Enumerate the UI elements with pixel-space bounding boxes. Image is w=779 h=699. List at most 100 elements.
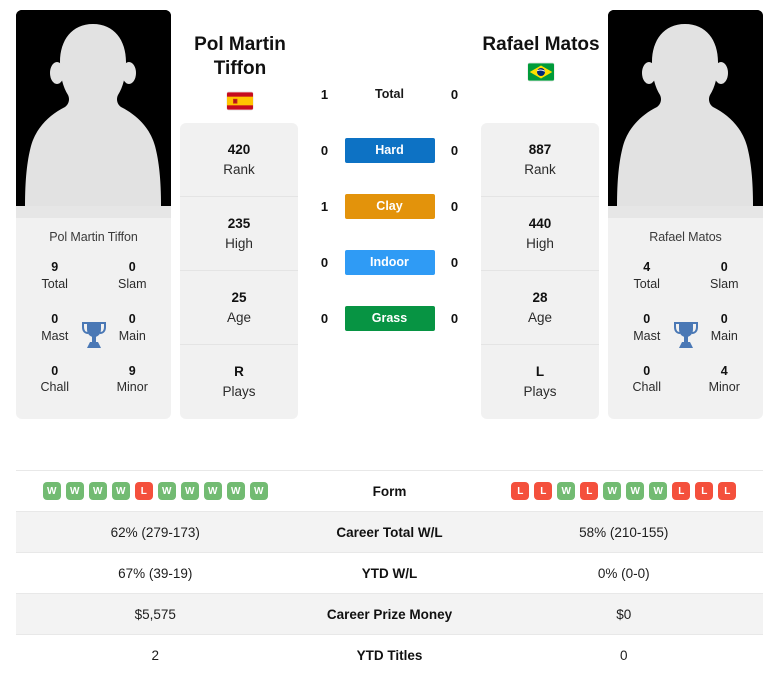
right-title-minor: 4 Minor	[686, 354, 764, 406]
left-stat-rank: 420 Rank	[180, 123, 298, 197]
right-title-chall-label: Chall	[632, 380, 662, 395]
row-label-form: Form	[372, 483, 407, 499]
right-stat-plays-value: L	[535, 364, 545, 380]
left-form-badge[interactable]: W	[203, 482, 222, 500]
left-form-badge[interactable]: W	[88, 482, 107, 500]
right-stat-high: 440 High	[481, 197, 599, 271]
left-form-badge[interactable]: W	[226, 482, 245, 500]
right-player-headline-name: Rafael Matos	[480, 33, 602, 57]
right-title-slam-value: 0	[720, 260, 728, 274]
right-stat-plays: L Plays	[481, 345, 599, 419]
left-title-slam-value: 0	[128, 260, 136, 274]
left-player-caption-name: Pol Martin Tiffon	[49, 230, 138, 244]
table-row-career-total-wl: 62% (279-173) Career Total W/L 58% (210-…	[16, 511, 763, 552]
spain-flag-svg	[227, 92, 253, 110]
right-form-badge[interactable]: L	[718, 482, 737, 500]
right-player-headline-line1: Rafael Matos	[482, 34, 600, 55]
right-title-total: 4 Total	[608, 250, 686, 302]
right-form-badge[interactable]: L	[534, 482, 553, 500]
left-stat-age: 25 Age	[180, 271, 298, 345]
right-surface-indoor-count: 0	[450, 254, 459, 270]
left-title-chall-label: Chall	[40, 380, 70, 395]
left-surface-clay-count: 1	[320, 198, 329, 214]
right-title-slam: 0 Slam	[686, 250, 764, 302]
left-title-minor: 9 Minor	[94, 354, 172, 406]
comparison-stats-table: WWWWLWWWWW Form LLWLWWWLLL 62% (279-173)…	[0, 470, 779, 675]
right-stat-rank-label: Rank	[524, 161, 556, 177]
left-career-total-wl: 62% (279-173)	[110, 524, 200, 540]
left-surface-indoor-count: 0	[320, 254, 329, 270]
right-form-badge[interactable]: W	[603, 482, 622, 500]
brazil-flag-icon	[528, 63, 554, 81]
left-form-badge[interactable]: W	[249, 482, 268, 500]
right-title-chall-value: 0	[643, 363, 651, 378]
left-surface-grass-count: 0	[320, 310, 329, 326]
left-stat-rank-label: Rank	[223, 161, 255, 177]
left-player-stat-card: 420 Rank 235 High 25 Age R Plays	[180, 123, 298, 419]
right-player-photo	[608, 10, 763, 218]
right-player-card[interactable]: Rafael Matos 4 Total 0 Slam 0 Mast 0 Mai…	[608, 10, 763, 420]
left-form-badge[interactable]: W	[65, 482, 84, 500]
right-player-titles-grid: 4 Total 0 Slam 0 Mast 0 Main 0 Chall 4 M…	[608, 250, 763, 419]
left-stat-age-label: Age	[226, 309, 252, 325]
left-title-slam: 0 Slam	[94, 250, 172, 302]
surface-row-grass: 0 Grass 0	[310, 290, 470, 346]
left-form-badge[interactable]: W	[42, 482, 61, 500]
surface-label-indoor[interactable]: Indoor	[344, 249, 435, 275]
left-title-chall-value: 0	[51, 363, 59, 378]
surface-row-total: 1 Total 0	[310, 66, 470, 122]
right-form-badge[interactable]: L	[511, 482, 530, 500]
right-form-badge[interactable]: L	[672, 482, 691, 500]
right-form-badge[interactable]: L	[695, 482, 714, 500]
left-stat-plays-label: Plays	[222, 384, 256, 399]
right-player-form-badges: LLWLWWWLLL	[485, 482, 764, 500]
left-player-card[interactable]: Pol Martin Tiffon 9 Total 0 Slam 0 Mast …	[16, 10, 172, 420]
left-ytd-wl: 67% (39-19)	[118, 565, 193, 581]
player-silhouette-icon	[608, 10, 763, 218]
left-stat-high-value: 235	[227, 215, 251, 231]
trophy-icon-svg	[673, 321, 698, 348]
right-form-badge[interactable]: W	[557, 482, 576, 500]
right-stat-age-value: 28	[532, 289, 548, 305]
row-label-ytd-titles: YTD Titles	[356, 647, 423, 663]
left-title-main-label: Main	[118, 328, 146, 343]
surface-label-clay[interactable]: Clay	[344, 193, 435, 219]
right-stat-rank-value: 887	[528, 141, 552, 157]
left-career-prize-money: $5,575	[134, 606, 176, 622]
surface-row-hard: 0 Hard 0	[310, 122, 470, 178]
left-title-minor-label: Minor	[116, 380, 148, 395]
right-stat-plays-label: Plays	[523, 384, 557, 399]
left-form-badge[interactable]: W	[180, 482, 199, 500]
right-form-badge[interactable]: W	[626, 482, 645, 500]
right-title-main-label: Main	[710, 328, 738, 343]
brazil-flag-svg	[528, 63, 554, 81]
surface-label-total: Total	[375, 87, 404, 101]
right-form-badge[interactable]: L	[580, 482, 599, 500]
right-stat-high-label: High	[526, 235, 554, 251]
left-form-badge[interactable]: L	[134, 482, 153, 500]
right-ytd-wl: 0% (0-0)	[597, 565, 650, 581]
left-title-chall: 0 Chall	[16, 354, 94, 406]
surface-label-grass[interactable]: Grass	[344, 305, 435, 331]
trophy-icon	[81, 320, 107, 350]
trophy-icon	[673, 320, 699, 350]
left-ytd-titles: 2	[151, 647, 159, 663]
surface-label-hard[interactable]: Hard	[344, 137, 435, 163]
left-title-total-label: Total	[41, 276, 68, 291]
table-row-ytd-wl: 67% (39-19) YTD W/L 0% (0-0)	[16, 552, 763, 593]
left-form-badge[interactable]: W	[157, 482, 176, 500]
left-title-slam-label: Slam	[118, 276, 147, 291]
right-form-badge[interactable]: W	[649, 482, 668, 500]
left-title-total-value: 9	[51, 260, 59, 274]
player-comparison-page: Pol Martin Tiffon 9 Total 0 Slam 0 Mast …	[0, 0, 779, 699]
trophy-icon-svg	[81, 321, 106, 348]
left-player-headline-name: Pol Martin Tiffon	[185, 33, 295, 80]
right-stat-age: 28 Age	[481, 271, 599, 345]
left-stat-plays: R Plays	[180, 345, 298, 419]
right-career-total-wl: 58% (210-155)	[579, 524, 669, 540]
right-stat-age-label: Age	[527, 309, 553, 325]
left-surface-hard-count: 0	[320, 142, 329, 158]
right-player-stat-card: 887 Rank 440 High 28 Age L Plays	[481, 123, 599, 419]
left-title-total: 9 Total	[16, 250, 94, 302]
left-form-badge[interactable]: W	[111, 482, 130, 500]
